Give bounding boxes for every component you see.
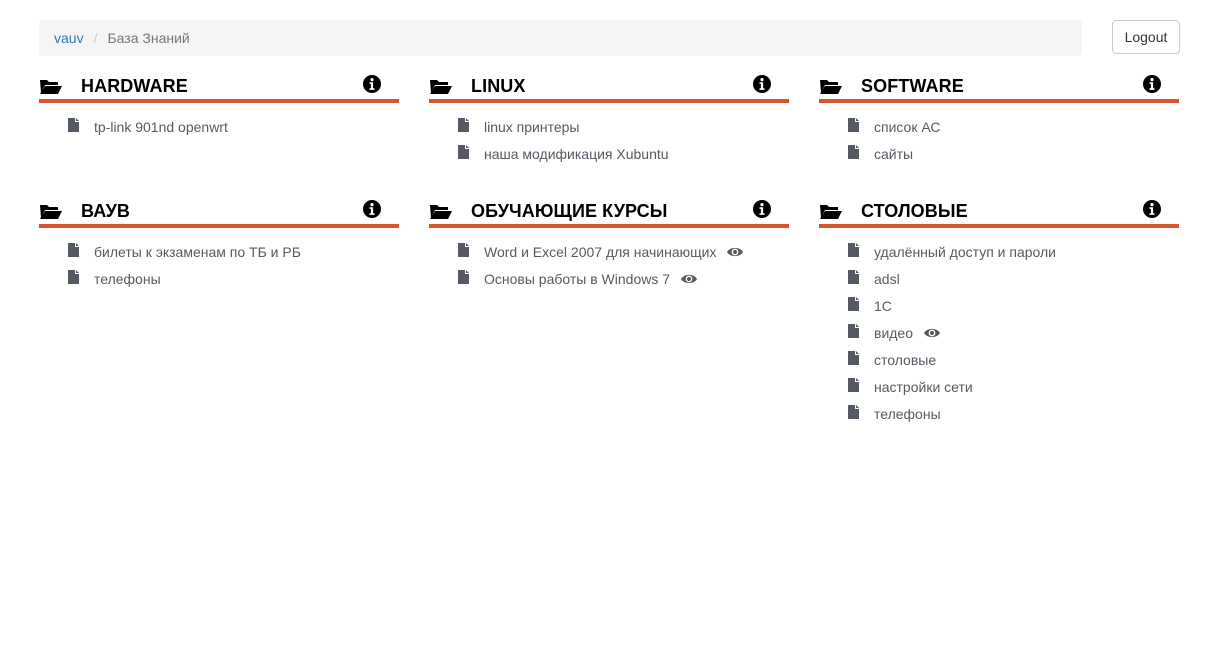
category-header: СТОЛОВЫЕ bbox=[819, 194, 1179, 228]
list-item: linux принтеры bbox=[429, 113, 789, 140]
folder-open-icon bbox=[429, 202, 453, 220]
list-item: билеты к экзаменам по ТБ и РБ bbox=[39, 238, 399, 265]
document-link[interactable]: настройки сети bbox=[874, 379, 973, 395]
file-icon bbox=[848, 270, 859, 284]
file-icon bbox=[848, 324, 859, 338]
document-link[interactable]: видео bbox=[874, 325, 913, 341]
category-header: ОБУЧАЮЩИЕ КУРСЫ bbox=[429, 194, 789, 228]
list-item: Основы работы в Windows 7 bbox=[429, 265, 789, 292]
eye-icon bbox=[681, 272, 698, 284]
document-link[interactable]: столовые bbox=[874, 352, 936, 368]
document-link[interactable]: tp-link 901nd openwrt bbox=[94, 119, 228, 135]
info-circle-icon[interactable] bbox=[753, 200, 771, 218]
info-circle-icon[interactable] bbox=[753, 75, 771, 93]
document-link[interactable]: linux принтеры bbox=[484, 119, 580, 135]
breadcrumb-separator: / bbox=[93, 30, 98, 46]
info-circle-icon[interactable] bbox=[1143, 200, 1161, 218]
category-panel: HARDWARE tp-link 901nd openwrt bbox=[39, 69, 399, 140]
file-icon bbox=[68, 243, 79, 257]
document-link[interactable]: Word и Excel 2007 для начинающих bbox=[484, 244, 716, 260]
info-circle-icon[interactable] bbox=[1143, 75, 1161, 93]
breadcrumb: vauv / База Знаний bbox=[39, 20, 1082, 56]
list-item: tp-link 901nd openwrt bbox=[39, 113, 399, 140]
document-list: tp-link 901nd openwrt bbox=[39, 113, 399, 140]
folder-open-icon bbox=[39, 202, 63, 220]
list-item: настройки сети bbox=[819, 373, 1179, 400]
folder-open-icon bbox=[429, 77, 453, 95]
document-list: билеты к экзаменам по ТБ и РБ телефоны bbox=[39, 238, 399, 292]
list-item: 1С bbox=[819, 292, 1179, 319]
document-link[interactable]: 1С bbox=[874, 298, 892, 314]
file-icon bbox=[848, 351, 859, 365]
category-title[interactable]: SOFTWARE bbox=[861, 76, 964, 97]
document-list: Word и Excel 2007 для начинающих Основы р… bbox=[429, 238, 789, 292]
file-icon bbox=[68, 270, 79, 284]
category-panel: LINUX linux принтеры наша модификация Xubu… bbox=[429, 69, 789, 167]
document-link[interactable]: билеты к экзаменам по ТБ и РБ bbox=[94, 244, 301, 260]
document-link[interactable]: Основы работы в Windows 7 bbox=[484, 271, 670, 287]
folder-open-icon bbox=[819, 202, 843, 220]
category-title[interactable]: LINUX bbox=[471, 76, 526, 97]
list-item: удалённый доступ и пароли bbox=[819, 238, 1179, 265]
document-link[interactable]: телефоны bbox=[94, 271, 161, 287]
category-header: ВАУВ bbox=[39, 194, 399, 228]
document-list: linux принтеры наша модификация Xubuntu bbox=[429, 113, 789, 167]
file-icon bbox=[848, 378, 859, 392]
document-list: список АС сайты bbox=[819, 113, 1179, 167]
document-link[interactable]: удалённый доступ и пароли bbox=[874, 244, 1056, 260]
category-header: SOFTWARE bbox=[819, 69, 1179, 103]
file-icon bbox=[848, 297, 859, 311]
category-panel: ВАУВ билеты к экзаменам по ТБ и РБ телефон… bbox=[39, 194, 399, 292]
category-title[interactable]: HARDWARE bbox=[81, 76, 188, 97]
category-header: HARDWARE bbox=[39, 69, 399, 103]
category-title[interactable]: ОБУЧАЮЩИЕ КУРСЫ bbox=[471, 201, 668, 222]
list-item: список АС bbox=[819, 113, 1179, 140]
file-icon bbox=[848, 243, 859, 257]
logout-button[interactable]: Logout bbox=[1112, 20, 1180, 54]
category-panel: SOFTWARE список АС сайты bbox=[819, 69, 1179, 167]
breadcrumb-current: База Знаний bbox=[107, 30, 190, 46]
list-item: наша модификация Xubuntu bbox=[429, 140, 789, 167]
list-item: столовые bbox=[819, 346, 1179, 373]
document-link[interactable]: adsl bbox=[874, 271, 900, 287]
document-list: удалённый доступ и пароли adsl 1С видео стол… bbox=[819, 238, 1179, 427]
eye-icon bbox=[727, 245, 744, 257]
breadcrumb-home-link[interactable]: vauv bbox=[54, 30, 84, 46]
document-link[interactable]: телефоны bbox=[874, 406, 941, 422]
list-item: Word и Excel 2007 для начинающих bbox=[429, 238, 789, 265]
info-circle-icon[interactable] bbox=[363, 200, 381, 218]
list-item: телефоны bbox=[39, 265, 399, 292]
list-item: телефоны bbox=[819, 400, 1179, 427]
file-icon bbox=[68, 118, 79, 132]
category-title[interactable]: СТОЛОВЫЕ bbox=[861, 201, 968, 222]
category-panel: ОБУЧАЮЩИЕ КУРСЫ Word и Excel 2007 для нач… bbox=[429, 194, 789, 292]
eye-icon bbox=[924, 326, 940, 338]
document-link[interactable]: наша модификация Xubuntu bbox=[484, 146, 669, 162]
category-panel: СТОЛОВЫЕ удалённый доступ и пароли adsl 1С в… bbox=[819, 194, 1179, 427]
list-item: сайты bbox=[819, 140, 1179, 167]
document-link[interactable]: список АС bbox=[874, 119, 941, 135]
folder-open-icon bbox=[39, 77, 63, 95]
category-header: LINUX bbox=[429, 69, 789, 103]
list-item: adsl bbox=[819, 265, 1179, 292]
list-item: видео bbox=[819, 319, 1179, 346]
file-icon bbox=[458, 145, 469, 159]
info-circle-icon[interactable] bbox=[363, 75, 381, 93]
file-icon bbox=[458, 243, 469, 257]
file-icon bbox=[848, 145, 859, 159]
document-link[interactable]: сайты bbox=[874, 146, 913, 162]
file-icon bbox=[458, 270, 469, 284]
file-icon bbox=[848, 118, 859, 132]
file-icon bbox=[848, 405, 859, 419]
category-title[interactable]: ВАУВ bbox=[81, 201, 130, 222]
file-icon bbox=[458, 118, 469, 132]
folder-open-icon bbox=[819, 77, 843, 95]
